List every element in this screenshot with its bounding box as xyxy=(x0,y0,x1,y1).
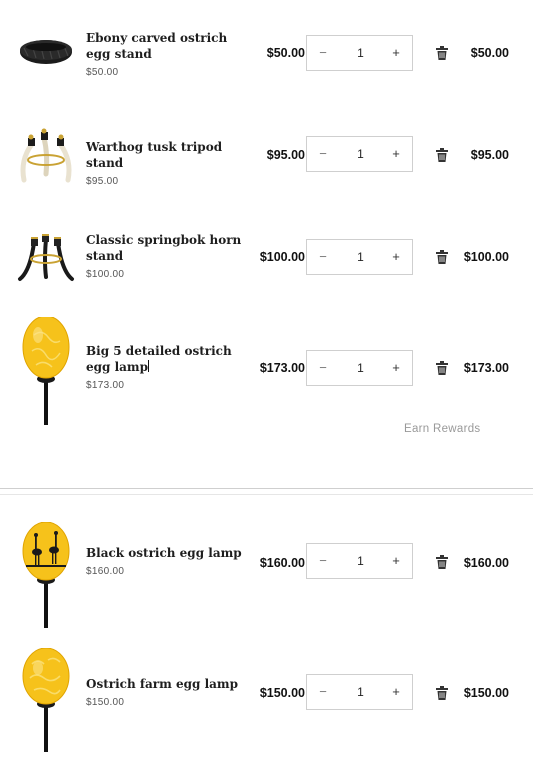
cart-item-row: Ostrich farm egg lamp $150.00 $150.00 − … xyxy=(0,645,533,755)
line-total: $50.00 xyxy=(470,46,509,60)
product-image-horn-stand[interactable] xyxy=(14,231,78,283)
item-title[interactable]: Warthog tusk tripod stand xyxy=(86,139,246,171)
earn-rewards-link[interactable]: Earn Rewards xyxy=(404,423,480,435)
cart-item-row: Big 5 detailed ostrich egg lamp $173.00 … xyxy=(0,315,533,425)
increase-quantity-button[interactable]: + xyxy=(380,675,412,709)
product-image-ebony-stand[interactable] xyxy=(14,30,78,70)
quantity-stepper: − 1 + xyxy=(306,35,413,71)
quantity-stepper: − 1 + xyxy=(306,350,413,386)
line-total: $160.00 xyxy=(463,556,509,570)
quantity-input[interactable]: 1 xyxy=(339,675,382,709)
unit-price: $100.00 xyxy=(259,250,305,264)
product-image-egg-lamp[interactable] xyxy=(14,315,78,425)
quantity-input[interactable]: 1 xyxy=(339,36,382,70)
item-title[interactable]: Black ostrich egg lamp xyxy=(86,545,246,561)
text-cursor xyxy=(148,360,150,372)
item-price-sub: $173.00 xyxy=(86,380,125,391)
decrease-quantity-button[interactable]: − xyxy=(307,240,339,274)
line-total: $150.00 xyxy=(463,686,509,700)
increase-quantity-button[interactable]: + xyxy=(380,544,412,578)
increase-quantity-button[interactable]: + xyxy=(380,240,412,274)
item-title[interactable]: Ebony carved ostrich egg stand xyxy=(86,30,246,62)
item-info: Black ostrich egg lamp $160.00 xyxy=(86,545,246,577)
product-image-black-egg-lamp[interactable] xyxy=(14,521,78,628)
unit-price: $50.00 xyxy=(266,46,305,60)
line-total: $100.00 xyxy=(463,250,509,264)
line-total: $95.00 xyxy=(470,148,509,162)
cart-item-row: Black ostrich egg lamp $160.00 $160.00 −… xyxy=(0,520,533,630)
unit-price: $173.00 xyxy=(259,361,305,375)
quantity-input[interactable]: 1 xyxy=(339,137,382,171)
item-info: Ostrich farm egg lamp $150.00 xyxy=(86,676,246,708)
unit-price: $95.00 xyxy=(266,148,305,162)
quantity-input[interactable]: 1 xyxy=(339,351,382,385)
item-info: Classic springbok horn stand $100.00 xyxy=(86,232,246,280)
item-price-sub: $95.00 xyxy=(86,176,119,187)
decrease-quantity-button[interactable]: − xyxy=(307,675,339,709)
item-title-text: Big 5 detailed ostrich egg lamp xyxy=(86,344,232,374)
section-divider xyxy=(0,494,533,495)
item-title[interactable]: Ostrich farm egg lamp xyxy=(86,676,246,692)
item-title[interactable]: Big 5 detailed ostrich egg lamp xyxy=(86,343,246,375)
quantity-stepper: − 1 + xyxy=(306,543,413,579)
decrease-quantity-button[interactable]: − xyxy=(307,544,339,578)
item-price-sub: $150.00 xyxy=(86,697,125,708)
decrease-quantity-button[interactable]: − xyxy=(307,137,339,171)
item-info: Warthog tusk tripod stand $95.00 xyxy=(86,139,246,187)
cart-item-row: Ebony carved ostrich egg stand $50.00 $5… xyxy=(0,0,533,100)
line-total: $173.00 xyxy=(463,361,509,375)
unit-price: $160.00 xyxy=(259,556,305,570)
quantity-input[interactable]: 1 xyxy=(339,240,382,274)
quantity-stepper: − 1 + xyxy=(306,239,413,275)
decrease-quantity-button[interactable]: − xyxy=(307,36,339,70)
product-image-farm-egg-lamp[interactable] xyxy=(14,647,78,752)
item-info: Big 5 detailed ostrich egg lamp $173.00 xyxy=(86,343,246,391)
quantity-input[interactable]: 1 xyxy=(339,544,382,578)
increase-quantity-button[interactable]: + xyxy=(380,36,412,70)
item-info: Ebony carved ostrich egg stand $50.00 xyxy=(86,30,246,78)
item-price-sub: $50.00 xyxy=(86,67,119,78)
item-price-sub: $100.00 xyxy=(86,269,125,280)
item-title[interactable]: Classic springbok horn stand xyxy=(86,232,246,264)
increase-quantity-button[interactable]: + xyxy=(380,137,412,171)
item-price-sub: $160.00 xyxy=(86,566,125,577)
decrease-quantity-button[interactable]: − xyxy=(307,351,339,385)
quantity-stepper: − 1 + xyxy=(306,136,413,172)
cart-item-row: Classic springbok horn stand $100.00 $10… xyxy=(0,215,533,315)
cart-item-row: Warthog tusk tripod stand $95.00 $95.00 … xyxy=(0,110,533,210)
increase-quantity-button[interactable]: + xyxy=(380,351,412,385)
product-image-tusk-tripod[interactable] xyxy=(14,124,78,186)
unit-price: $150.00 xyxy=(259,686,305,700)
section-divider xyxy=(0,488,533,489)
quantity-stepper: − 1 + xyxy=(306,674,413,710)
